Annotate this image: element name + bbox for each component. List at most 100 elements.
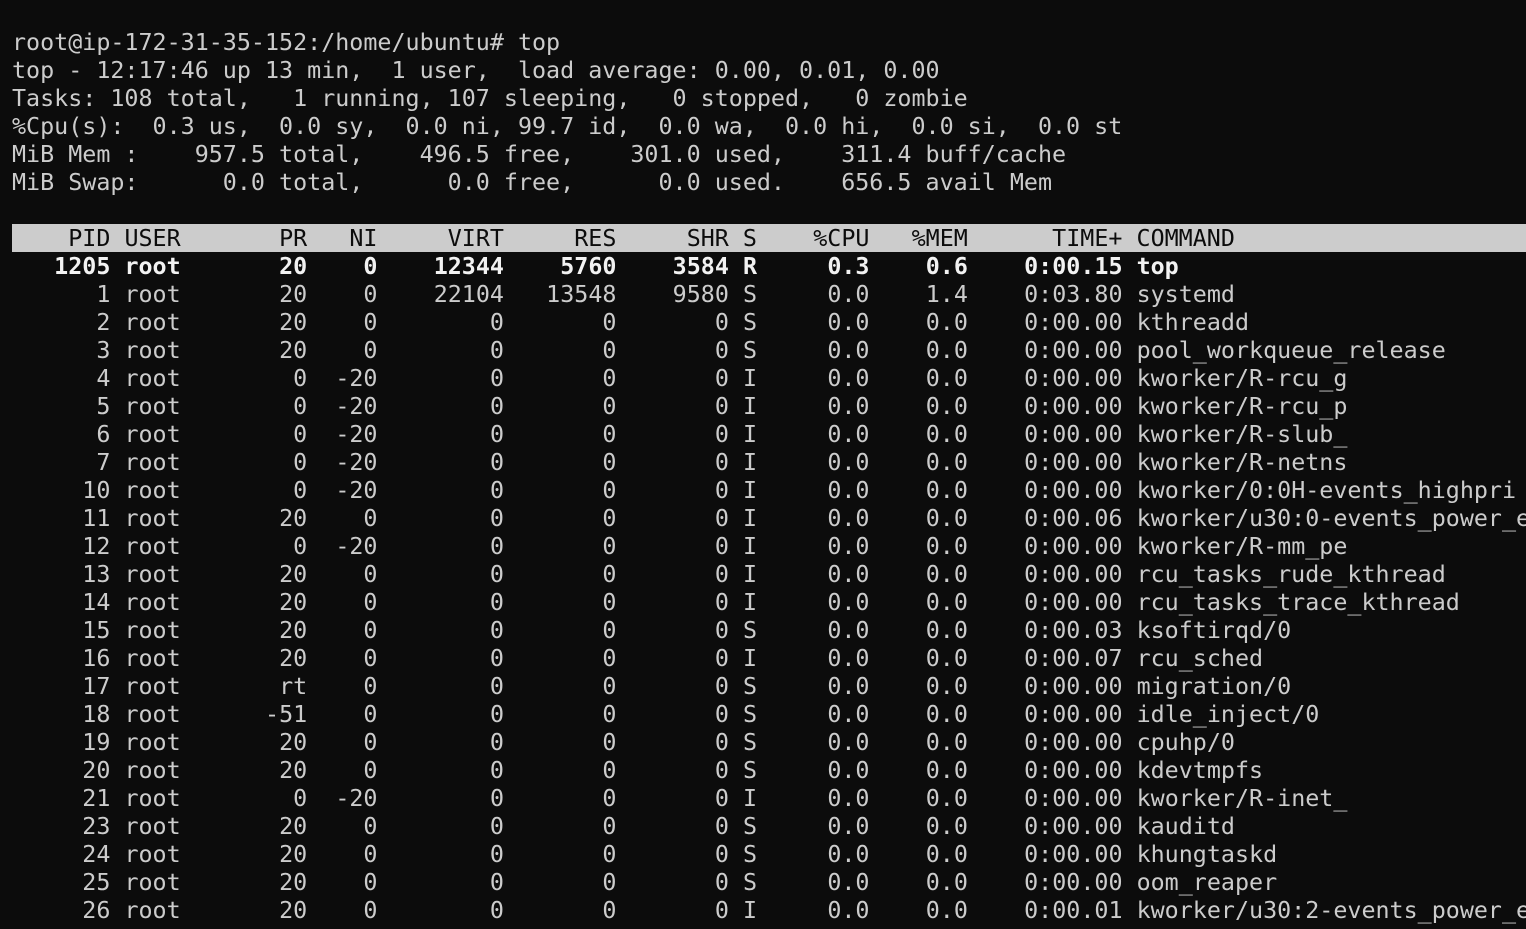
process-cpu: 0.0 (827, 336, 870, 364)
process-shr: 0 (714, 364, 729, 392)
process-pid: 2 (96, 308, 111, 336)
process-ni: 0 (363, 812, 378, 840)
process-user: root (124, 504, 181, 532)
process-time: 0:00.00 (1024, 532, 1123, 560)
process-pr: -51 (265, 700, 308, 728)
process-pid: 23 (82, 812, 111, 840)
process-mem: 0.0 (925, 728, 968, 756)
column-header-ni: NI (349, 224, 378, 252)
process-shr: 0 (714, 784, 729, 812)
column-header-time: TIME+ (1052, 224, 1123, 252)
process-pr: 0 (293, 392, 308, 420)
process-virt: 0 (489, 812, 504, 840)
process-pr: 20 (279, 588, 308, 616)
process-ni: -20 (335, 448, 378, 476)
process-cpu: 0.3 (827, 252, 870, 280)
process-mem: 0.0 (925, 336, 968, 364)
process-cpu: 0.0 (827, 560, 870, 588)
process-shr: 0 (714, 392, 729, 420)
process-row: 2 root 20 0 0 0 0 S 0.0 0.0 0:00.00 kthr… (12, 308, 1526, 336)
process-cpu: 0.0 (827, 756, 870, 784)
process-pr: 20 (279, 616, 308, 644)
process-ni: 0 (363, 616, 378, 644)
process-user: root (124, 364, 181, 392)
process-time: 0:00.15 (1024, 252, 1123, 280)
process-command: idle_inject/0 (1136, 700, 1320, 728)
process-command: kworker/R-rcu_p (1136, 392, 1348, 420)
top-summary-memory: MiB Mem : 957.5 total, 496.5 free, 301.0… (12, 140, 1067, 168)
process-state: I (742, 448, 758, 476)
process-pr: 20 (279, 252, 308, 280)
process-time: 0:00.00 (1024, 392, 1123, 420)
process-command: cpuhp/0 (1136, 728, 1235, 756)
process-pid: 1 (96, 280, 111, 308)
process-user: root (124, 616, 181, 644)
process-state: S (742, 672, 758, 700)
process-shr: 0 (714, 336, 729, 364)
process-virt: 0 (489, 532, 504, 560)
process-ni: -20 (335, 476, 378, 504)
process-pr: 20 (279, 896, 308, 924)
process-time: 0:00.00 (1024, 840, 1123, 868)
process-row: 17 root rt 0 0 0 0 S 0.0 0.0 0:00.00 mig… (12, 672, 1526, 700)
process-shr: 0 (714, 868, 729, 896)
process-user: root (124, 700, 181, 728)
process-user: root (124, 672, 181, 700)
process-user: root (124, 336, 181, 364)
process-command: rcu_tasks_rude_kthread (1136, 560, 1446, 588)
process-virt: 0 (489, 336, 504, 364)
process-mem: 0.0 (925, 868, 968, 896)
process-pr: rt (279, 672, 308, 700)
process-command: kworker/R-inet_ (1136, 784, 1348, 812)
process-ni: 0 (363, 644, 378, 672)
column-header-shr: SHR (686, 224, 729, 252)
process-state: I (742, 588, 758, 616)
process-time: 0:03.80 (1024, 280, 1123, 308)
process-state: S (742, 728, 758, 756)
process-virt: 0 (489, 560, 504, 588)
process-pr: 0 (293, 364, 308, 392)
process-shr: 0 (714, 532, 729, 560)
process-pid: 24 (82, 840, 111, 868)
process-shr: 0 (714, 700, 729, 728)
process-ni: 0 (363, 896, 378, 924)
process-virt: 0 (489, 504, 504, 532)
terminal-window[interactable]: root@ip-172-31-35-152:/home/ubuntu# top … (12, 28, 1526, 924)
process-res: 0 (602, 896, 617, 924)
process-ni: 0 (363, 588, 378, 616)
process-res: 0 (602, 672, 617, 700)
process-user: root (124, 420, 181, 448)
process-ni: -20 (335, 392, 378, 420)
process-state: I (742, 420, 758, 448)
process-virt: 0 (489, 392, 504, 420)
process-shr: 0 (714, 840, 729, 868)
process-row: 24 root 20 0 0 0 0 S 0.0 0.0 0:00.00 khu… (12, 840, 1526, 868)
process-command: ksoftirqd/0 (1136, 616, 1292, 644)
process-row: 1205 root 20 0 12344 5760 3584 R 0.3 0.6… (12, 252, 1526, 280)
process-cpu: 0.0 (827, 784, 870, 812)
process-pid: 17 (82, 672, 111, 700)
process-time: 0:00.00 (1024, 560, 1123, 588)
process-ni: 0 (363, 560, 378, 588)
column-header-mem: %MEM (911, 224, 968, 252)
process-res: 0 (602, 644, 617, 672)
process-pid: 15 (82, 616, 111, 644)
process-ni: 0 (363, 840, 378, 868)
process-virt: 0 (489, 644, 504, 672)
process-row: 23 root 20 0 0 0 0 S 0.0 0.0 0:00.00 kau… (12, 812, 1526, 840)
process-res: 13548 (546, 280, 617, 308)
process-time: 0:00.03 (1024, 616, 1123, 644)
process-shr: 0 (714, 308, 729, 336)
process-virt: 0 (489, 364, 504, 392)
process-mem: 0.0 (925, 784, 968, 812)
process-pid: 1205 (54, 252, 111, 280)
process-res: 0 (602, 784, 617, 812)
process-pr: 20 (279, 840, 308, 868)
process-pr: 20 (279, 812, 308, 840)
process-shr: 0 (714, 728, 729, 756)
process-time: 0:00.07 (1024, 644, 1123, 672)
process-command: kworker/u30:0-events_power_efficient (1136, 504, 1526, 532)
process-virt: 0 (489, 672, 504, 700)
process-pid: 20 (82, 756, 111, 784)
process-shr: 0 (714, 812, 729, 840)
